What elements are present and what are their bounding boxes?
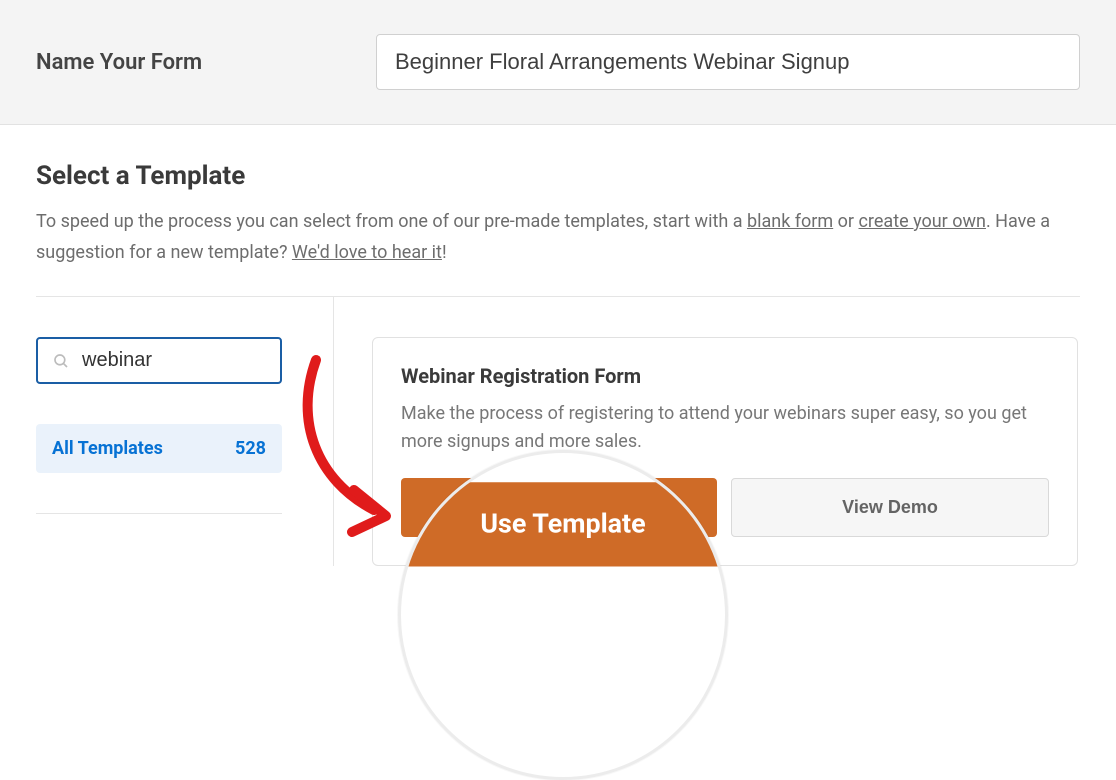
desc-text: or (833, 211, 858, 232)
name-form-label: Name Your Form (36, 50, 336, 75)
view-demo-button[interactable]: View Demo (731, 478, 1049, 537)
template-title: Webinar Registration Form (401, 364, 1049, 388)
use-template-button-magnified: Use Template (398, 482, 727, 566)
search-icon (52, 352, 70, 370)
select-template-heading: Select a Template (36, 161, 1080, 191)
magnifier-lens: Use Template (398, 450, 728, 780)
magnifier-content: Use Template (398, 453, 727, 566)
sidebar-item-all-templates[interactable]: All Templates 528 (36, 424, 282, 473)
sidebar-divider (36, 513, 282, 514)
name-form-input-wrap (376, 34, 1080, 90)
category-count: 528 (235, 438, 266, 459)
blank-form-link[interactable]: blank form (747, 211, 833, 232)
template-description: To speed up the process you can select f… (36, 207, 1080, 268)
form-name-input[interactable] (376, 34, 1080, 90)
love-to-hear-link[interactable]: We'd love to hear it (292, 242, 442, 263)
desc-text: ! (442, 242, 447, 263)
create-your-own-link[interactable]: create your own (859, 211, 986, 232)
category-label: All Templates (52, 438, 163, 459)
desc-text: To speed up the process you can select f… (36, 211, 747, 232)
template-sidebar: All Templates 528 (36, 297, 334, 566)
template-search-input[interactable] (82, 349, 266, 372)
name-form-bar: Name Your Form (0, 0, 1116, 125)
template-desc: Make the process of registering to atten… (401, 400, 1049, 456)
template-search[interactable] (36, 337, 282, 384)
